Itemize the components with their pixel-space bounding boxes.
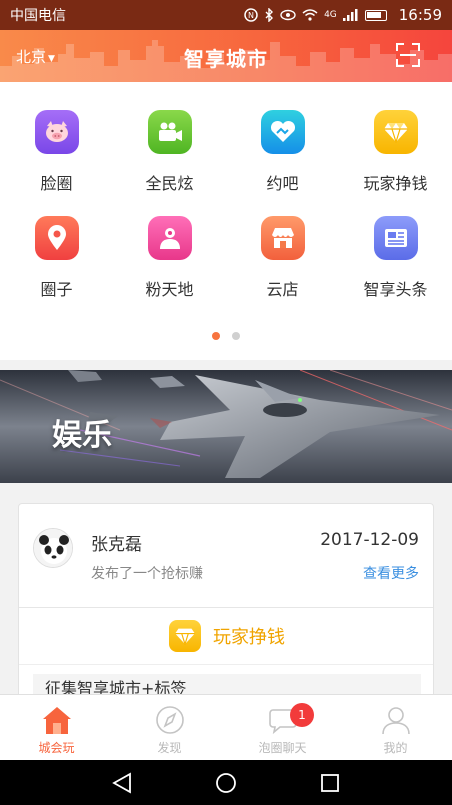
grid-item-label: 智享头条 — [363, 280, 428, 299]
video-camera-icon — [147, 110, 192, 154]
function-grid: 脸圈 全民炫 约吧 玩家挣钱 圈子 粉天地 云店 智享头条 — [0, 110, 452, 300]
newspaper-icon — [373, 216, 418, 260]
svg-text:N: N — [248, 11, 254, 20]
grid-item-label: 圈子 — [40, 280, 73, 299]
category-label: 玩家挣钱 — [213, 627, 285, 648]
status-icons: N 4G 16:59 — [244, 6, 442, 24]
back-icon[interactable] — [111, 771, 133, 794]
grid-item-label: 云店 — [266, 280, 299, 299]
tab-label: 我的 — [383, 741, 408, 755]
diamond-icon — [373, 110, 418, 154]
grid-item-headlines[interactable]: 智享头条 — [339, 216, 452, 300]
grid-item-label: 全民炫 — [145, 174, 194, 193]
banner-label: 娱乐 — [52, 418, 112, 453]
page-dot-active[interactable] — [212, 332, 220, 340]
grid-item-show-all[interactable]: 全民炫 — [113, 110, 226, 194]
system-nav-bar — [0, 760, 452, 805]
scan-qr-icon[interactable] — [396, 43, 420, 67]
person-icon — [381, 707, 410, 735]
handshake-heart-icon — [260, 110, 305, 154]
location-pin-icon — [34, 216, 79, 260]
avatar[interactable] — [33, 528, 73, 568]
category-row[interactable]: 玩家挣钱 — [19, 608, 433, 664]
battery-icon — [364, 9, 387, 21]
activity-card[interactable]: 张克磊 2017-12-09 发布了一个抢标赚 查看更多 玩家挣钱 征集智享城市… — [18, 503, 434, 723]
bottom-tab-bar: 城会玩 发现 泡圈聊天 1 我的 — [0, 694, 452, 760]
pig-face-icon — [34, 110, 79, 154]
tab-chat[interactable]: 泡圈聊天 1 — [226, 695, 339, 760]
recents-icon[interactable] — [319, 772, 341, 794]
grid-item-date[interactable]: 约吧 — [226, 110, 339, 194]
carrier-name: 中国电信 — [10, 8, 66, 24]
home-icon[interactable] — [215, 772, 237, 794]
page-indicator — [0, 332, 452, 340]
diamond-icon — [169, 620, 201, 652]
unread-badge: 1 — [290, 703, 314, 727]
grid-item-label: 粉天地 — [145, 280, 194, 299]
post-action-text: 发布了一个抢标赚 — [91, 566, 203, 582]
username[interactable]: 张克磊 — [91, 530, 142, 555]
page-title: 智享城市 — [184, 47, 268, 71]
grid-item-label: 玩家挣钱 — [363, 174, 428, 193]
users-icon — [147, 216, 192, 260]
network-type: 4G — [324, 10, 337, 20]
house-icon — [42, 707, 71, 734]
wifi-icon — [302, 9, 318, 21]
grid-item-player-earn[interactable]: 玩家挣钱 — [339, 110, 452, 194]
compass-icon — [155, 706, 184, 734]
grid-item-label: 约吧 — [266, 174, 299, 193]
grid-item-circle[interactable]: 圈子 — [0, 216, 113, 300]
function-grid-card: 脸圈 全民炫 约吧 玩家挣钱 圈子 粉天地 云店 智享头条 — [0, 82, 452, 360]
divider — [19, 664, 433, 665]
tab-mine[interactable]: 我的 — [339, 695, 452, 760]
tab-label: 发现 — [157, 741, 182, 755]
tab-city-play[interactable]: 城会玩 — [0, 695, 113, 760]
tab-label: 城会玩 — [38, 741, 75, 755]
eye-icon — [280, 9, 296, 21]
grid-item-fan-world[interactable]: 粉天地 — [113, 216, 226, 300]
tab-discover[interactable]: 发现 — [113, 695, 226, 760]
signal-icon — [342, 9, 358, 21]
entertainment-banner[interactable]: 娱乐 — [0, 370, 452, 483]
grid-item-face-circle[interactable]: 脸圈 — [0, 110, 113, 194]
grid-item-label: 脸圈 — [40, 174, 73, 193]
post-date: 2017-12-09 — [320, 530, 419, 550]
store-icon — [260, 216, 305, 260]
bluetooth-icon — [265, 8, 274, 22]
page-dot[interactable] — [232, 332, 240, 340]
status-bar: 中国电信 N 4G 16:59 — [0, 0, 452, 30]
see-more-link[interactable]: 查看更多 — [363, 563, 419, 583]
grid-item-cloud-store[interactable]: 云店 — [226, 216, 339, 300]
nfc-icon: N — [244, 8, 258, 22]
tab-label: 泡圈聊天 — [258, 741, 307, 755]
clock: 16:59 — [398, 6, 442, 24]
app-header: 北京 ▼ 智享城市 — [0, 30, 452, 82]
